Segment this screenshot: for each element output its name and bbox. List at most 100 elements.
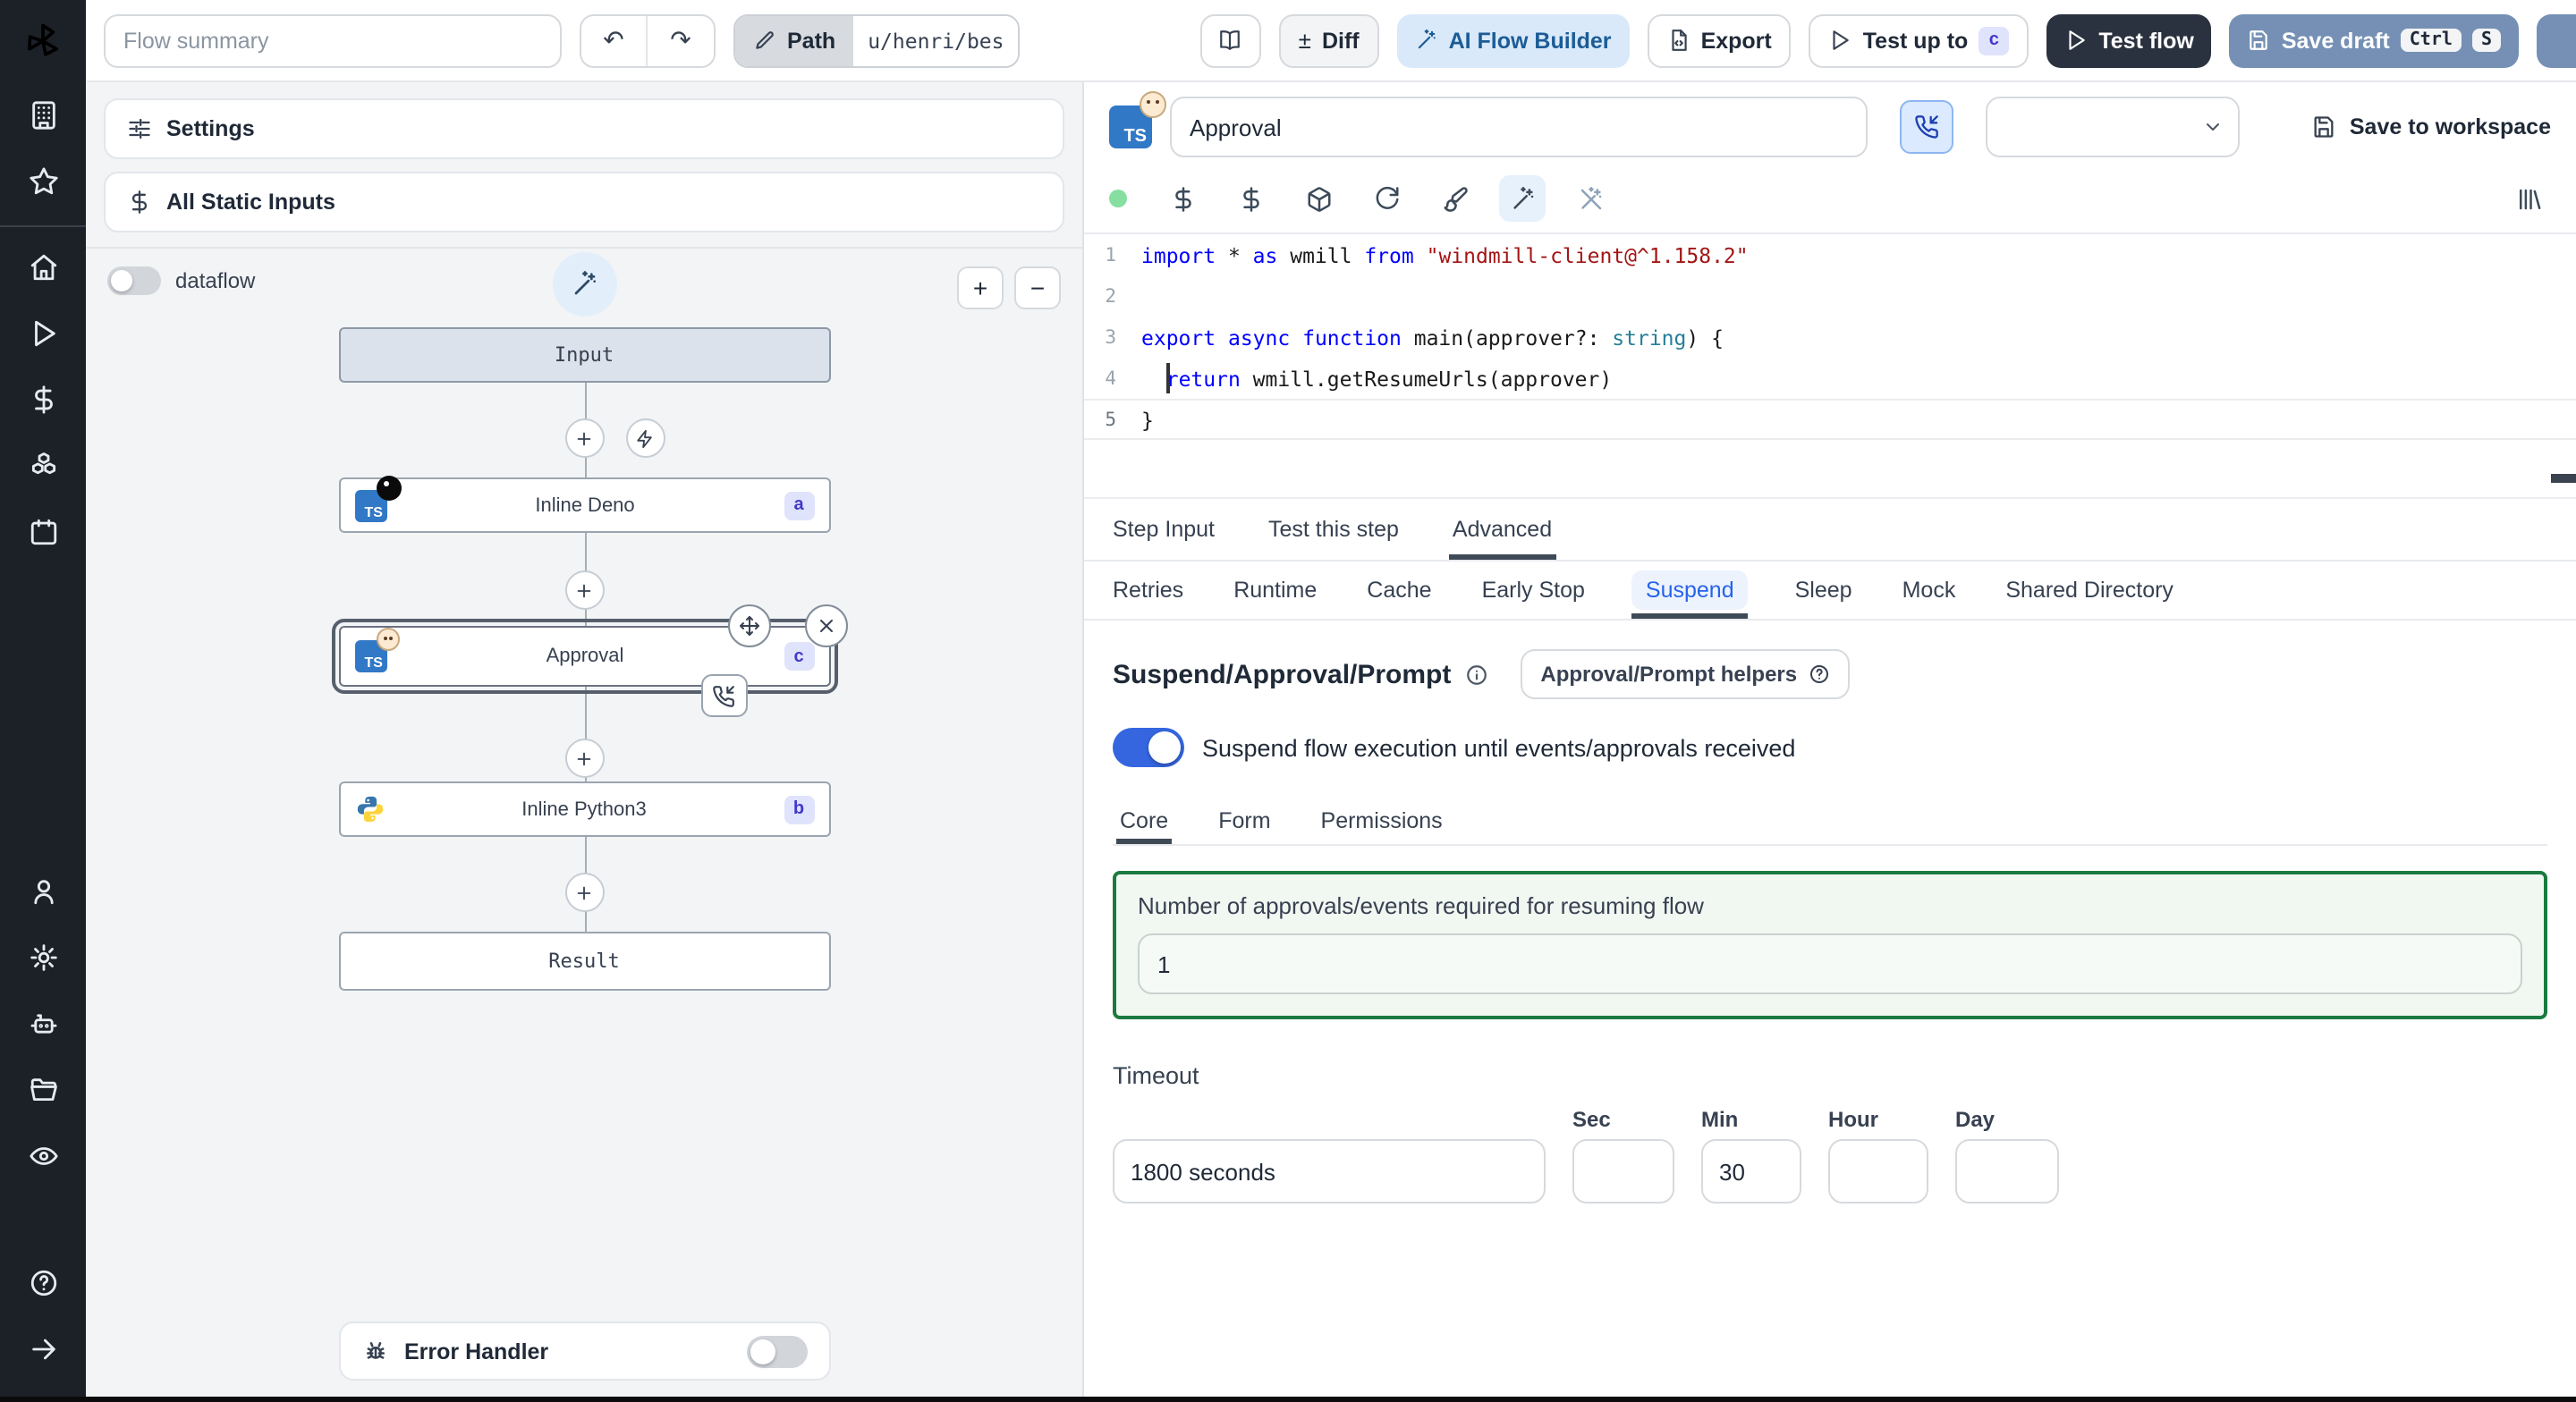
ai-flow-builder-button[interactable]: AI Flow Builder (1396, 13, 1630, 67)
clipped-button[interactable] (2537, 13, 2576, 67)
redo-button[interactable]: ↷ (648, 15, 714, 65)
zoom-out-button[interactable]: − (1014, 266, 1061, 309)
zoom-in-button[interactable]: + (957, 266, 1004, 309)
flow-node-result[interactable]: Result (338, 932, 830, 991)
test-flow-button[interactable]: Test flow (2046, 13, 2212, 67)
subtab-retries[interactable]: Retries (1109, 562, 1187, 619)
plus-icon (574, 883, 594, 902)
node-input-label: Input (554, 343, 614, 367)
subtab-early-stop[interactable]: Early Stop (1479, 562, 1589, 619)
schedules-calendar-icon[interactable] (28, 517, 58, 547)
assets-dollar-icon[interactable] (1159, 175, 1206, 222)
flow-summary-input[interactable] (104, 13, 562, 67)
flow-node-inline-deno[interactable]: TS Inline Deno a (338, 475, 830, 533)
code-line[interactable]: 1 import * as wmill from "windmill-client… (1084, 234, 2576, 275)
tab-test-this-step[interactable]: Test this step (1265, 499, 1402, 560)
flow-node-input[interactable]: Input (338, 327, 830, 383)
add-trigger-button[interactable] (625, 418, 665, 458)
tab-advanced[interactable]: Advanced (1448, 499, 1555, 560)
save-floppy-icon (2248, 29, 2271, 52)
subtab-cache[interactable]: Cache (1363, 562, 1435, 619)
subtab-suspend[interactable]: Suspend (1631, 570, 1750, 619)
docs-button[interactable] (1199, 13, 1261, 67)
info-icon[interactable] (1465, 663, 1488, 686)
folders-icon[interactable] (28, 1075, 58, 1105)
code-line[interactable]: 4 return wmill.getResumeUrls(approver) (1084, 358, 2576, 399)
undo-button[interactable]: ↶ (581, 15, 648, 65)
format-brush-icon[interactable] (1431, 175, 1478, 222)
resources-boxes-icon[interactable] (28, 451, 58, 481)
subtab-mock[interactable]: Mock (1899, 562, 1960, 619)
runs-play-icon[interactable] (28, 318, 58, 349)
plus-icon (574, 748, 594, 768)
code-editor[interactable]: 1 import * as wmill from "windmill-client… (1084, 234, 2576, 499)
save-draft-button[interactable]: Save draft Ctrl S (2229, 13, 2519, 67)
collapse-arrow-icon[interactable] (28, 1334, 58, 1364)
windmill-logo-icon[interactable] (0, 0, 86, 82)
subtab-sleep[interactable]: Sleep (1792, 562, 1856, 619)
error-handler-toggle[interactable] (746, 1335, 807, 1367)
subtab-runtime[interactable]: Runtime (1230, 562, 1320, 619)
workers-robot-icon[interactable] (28, 1009, 58, 1039)
add-step-button[interactable] (564, 570, 604, 610)
subtab-form[interactable]: Form (1215, 796, 1274, 844)
users-icon[interactable] (28, 876, 58, 907)
approval-phone-chip[interactable] (700, 674, 747, 717)
audit-eye-icon[interactable] (28, 1141, 58, 1171)
code-line[interactable]: 5} (1084, 399, 2576, 440)
approval-phone-button[interactable] (1900, 100, 1953, 154)
help-icon[interactable] (28, 1268, 58, 1298)
package-icon[interactable] (1295, 175, 1342, 222)
timeout-seconds-input[interactable] (1113, 1139, 1546, 1204)
move-node-button[interactable] (727, 604, 770, 647)
flow-graph-canvas[interactable]: dataflow + − Input TS Inline Deno a TS A… (86, 249, 1082, 1397)
flow-node-inline-python[interactable]: Inline Python3 b (338, 781, 830, 837)
test-up-to-button[interactable]: Test up to c (1809, 13, 2029, 67)
code-line[interactable]: 2 (1084, 275, 2576, 317)
export-button[interactable]: Export (1647, 13, 1792, 67)
path-button[interactable]: Path u/henri/bes (733, 13, 1021, 67)
library-icon[interactable] (2504, 175, 2551, 222)
day-unit-label: Day (1955, 1107, 1996, 1132)
favorites-star-icon[interactable] (28, 166, 58, 197)
subtab-permissions[interactable]: Permissions (1318, 796, 1446, 844)
dataflow-toggle[interactable] (107, 266, 161, 295)
code-line[interactable]: 3 export async function main(approver?: s… (1084, 317, 2576, 358)
variables-dollar-icon[interactable] (28, 384, 58, 415)
reload-icon[interactable] (1363, 175, 1410, 222)
chevron-down-icon (2202, 116, 2224, 138)
suspend-toggle[interactable] (1113, 728, 1184, 767)
node-deno-label: Inline Deno (535, 494, 635, 516)
settings-gear-icon[interactable] (28, 942, 58, 973)
approval-prompt-helpers-button[interactable]: Approval/Prompt helpers (1521, 649, 1850, 699)
timeout-min-input[interactable] (1701, 1139, 1801, 1204)
variables-dollar-icon[interactable] (1227, 175, 1274, 222)
add-step-button[interactable] (564, 873, 604, 912)
all-static-inputs-card[interactable]: All Static Inputs (104, 172, 1064, 232)
diff-button[interactable]: ± Diff (1278, 13, 1379, 67)
delete-node-button[interactable] (804, 604, 847, 647)
subtab-core[interactable]: Core (1116, 796, 1173, 844)
subtab-shared-directory[interactable]: Shared Directory (2002, 562, 2177, 619)
save-to-workspace-button[interactable]: Save to workspace (2312, 114, 2551, 139)
timeout-hour-input[interactable] (1828, 1139, 1928, 1204)
add-step-button[interactable] (564, 739, 604, 778)
home-icon[interactable] (28, 252, 58, 283)
ai-assistant-wand-icon[interactable] (1499, 175, 1546, 222)
add-step-button[interactable] (564, 418, 604, 458)
flow-settings-card[interactable]: Settings (104, 98, 1064, 159)
timeout-day-input[interactable] (1955, 1139, 2059, 1204)
step-title-input[interactable] (1170, 97, 1868, 157)
undo-redo-group: ↶ ↷ (580, 13, 716, 67)
wand-off-icon[interactable] (1567, 175, 1614, 222)
ai-wand-button[interactable] (552, 252, 616, 317)
path-value[interactable]: u/henri/bes (853, 15, 1019, 65)
node-python-badge: b (784, 795, 814, 823)
timeout-sec-input[interactable] (1572, 1139, 1674, 1204)
workspace-icon[interactable] (28, 100, 58, 131)
script-version-select[interactable] (1986, 97, 2240, 157)
typescript-chip: TS (354, 475, 401, 521)
error-handler-card[interactable]: Error Handler (338, 1322, 830, 1381)
approvals-required-input[interactable] (1138, 933, 2522, 994)
tab-step-input[interactable]: Step Input (1109, 499, 1218, 560)
